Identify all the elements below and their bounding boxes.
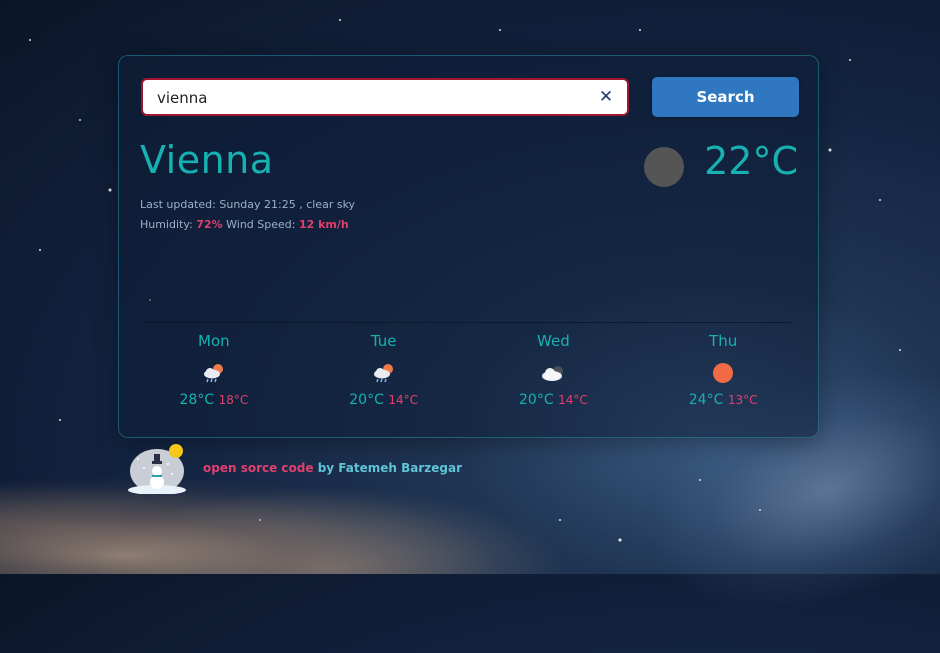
rain-sun-icon xyxy=(371,360,397,386)
forecast-temps: 24°C 13°C xyxy=(638,392,808,408)
forecast-day-name: Tue xyxy=(370,332,397,350)
search-box: ✕ xyxy=(141,78,629,116)
current-temperature: 22°C xyxy=(704,139,798,183)
search-input[interactable] xyxy=(155,80,589,116)
search-button[interactable]: Search xyxy=(652,77,799,117)
forecast-temps: 28°C 18°C xyxy=(129,392,299,408)
snowman-illustration-icon xyxy=(128,444,186,495)
forecast-day-mon: Mon 28°C 18°C xyxy=(129,332,299,422)
weather-details: Last updated: Sunday 21:25 , clear sky H… xyxy=(140,195,355,235)
forecast-day-thu: Thu 24°C 13°C xyxy=(638,332,808,422)
moon-icon xyxy=(644,147,684,187)
forecast-max-temp: 20°C xyxy=(349,392,384,408)
weather-card: ✕ Search Vienna 22°C Last updated: Sunda… xyxy=(118,55,819,438)
forecast-min-temp: 13°C xyxy=(727,393,758,407)
city-name: Vienna xyxy=(140,138,274,182)
forecast-min-temp: 14°C xyxy=(388,393,418,407)
footer: open sorce code by Fatemeh Barzegar xyxy=(128,444,528,495)
source-code-link[interactable]: open sorce code xyxy=(203,461,314,475)
footer-credit: open sorce code by Fatemeh Barzegar xyxy=(203,461,462,475)
last-updated-value: Sunday 21:25 , clear sky xyxy=(219,198,356,211)
forecast-min-temp: 18°C xyxy=(218,393,249,407)
divider xyxy=(144,322,793,323)
forecast-max-temp: 28°C xyxy=(179,392,215,408)
cloud-sun-icon xyxy=(540,360,566,386)
forecast-day-wed: Wed 20°C 14°C xyxy=(469,332,639,422)
forecast-day-name: Thu xyxy=(709,332,738,350)
forecast-day-name: Wed xyxy=(537,332,570,350)
humidity-label: Humidity: xyxy=(140,218,193,231)
last-updated-line: Last updated: Sunday 21:25 , clear sky xyxy=(140,195,355,215)
forecast-row: Mon 28°C 18°C Tue 20°C 14°C Wed 20°C 14°… xyxy=(129,332,808,422)
rain-sun-icon xyxy=(201,360,227,386)
humidity-value: 72% xyxy=(196,218,223,231)
forecast-max-temp: 24°C xyxy=(688,392,724,408)
forecast-min-temp: 14°C xyxy=(558,393,588,407)
forecast-day-tue: Tue 20°C 14°C xyxy=(299,332,469,422)
wind-label: Wind Speed: xyxy=(226,218,296,231)
close-icon[interactable]: ✕ xyxy=(597,88,615,106)
sun-icon xyxy=(710,360,736,386)
forecast-max-temp: 20°C xyxy=(519,392,554,408)
author-credit: by Fatemeh Barzegar xyxy=(317,461,463,475)
forecast-day-name: Mon xyxy=(198,332,230,350)
forecast-temps: 20°C 14°C xyxy=(469,392,639,408)
forecast-temps: 20°C 14°C xyxy=(299,392,469,408)
wind-value: 12 km/h xyxy=(298,218,349,231)
conditions-line: Humidity: 72% Wind Speed: 12 km/h xyxy=(140,215,355,235)
last-updated-label: Last updated: xyxy=(140,198,216,211)
